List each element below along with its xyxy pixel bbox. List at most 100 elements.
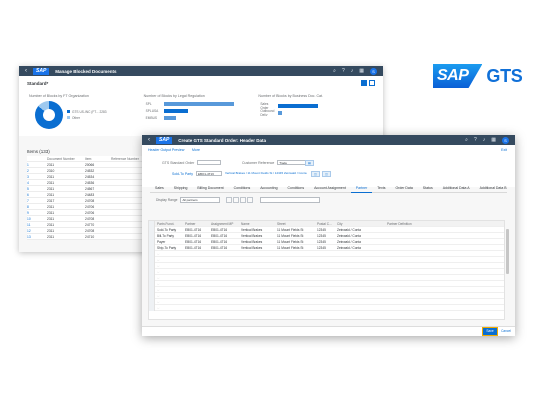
search-icon[interactable]: ⌕: [465, 137, 468, 143]
tile-ft-org[interactable]: Number of Blocks by FT Organization GTS …: [29, 94, 144, 136]
bar[interactable]: [163, 116, 176, 120]
bell-icon[interactable]: ♪: [483, 137, 486, 143]
grid-cell[interactable]: EB01-4T16: [211, 234, 241, 238]
chart-view-toggle[interactable]: [361, 80, 367, 86]
grid-cell[interactable]: Vertical Brakes: [241, 246, 277, 250]
app-title[interactable]: Create GTS Standard Order: Header Data: [178, 138, 266, 143]
grid-cell[interactable]: 11 Mount Fields St: [277, 234, 317, 238]
bar[interactable]: [278, 104, 319, 108]
grid-cell[interactable]: Sold-To Party: [155, 228, 185, 232]
help-icon[interactable]: ?: [474, 137, 477, 143]
function-dropdown-icon[interactable]: ⌵: [155, 306, 185, 310]
sold-to-address-link[interactable]: Vertical Brakes / 11 Mount Fields St / 1…: [225, 171, 307, 175]
sap-brand[interactable]: SAP: [33, 67, 50, 75]
partner-filter-select[interactable]: [260, 197, 321, 203]
grid-cell[interactable]: EB01-4T16: [211, 240, 241, 244]
grid-cell[interactable]: Zeinwald / Conta: [337, 240, 387, 244]
app-title[interactable]: Manage Blocked Documents: [55, 69, 116, 74]
variant-title[interactable]: Standard*: [27, 81, 48, 86]
function-dropdown-icon[interactable]: ⌵: [155, 282, 185, 286]
display-range-select[interactable]: All partners: [180, 197, 221, 203]
function-dropdown-icon[interactable]: ⌵: [155, 270, 185, 274]
search-icon[interactable]: ⌕: [333, 68, 336, 74]
bar[interactable]: [163, 102, 234, 106]
tab-account-assignment[interactable]: Account Assignment: [309, 184, 351, 193]
order-type-input[interactable]: [197, 160, 222, 165]
cancel-button[interactable]: Cancel: [501, 328, 511, 335]
grid-cell[interactable]: Vertical Brakes: [241, 228, 277, 232]
grid-cell[interactable]: Zeinwald / Conta: [337, 234, 387, 238]
column-header[interactable]: Partner Definition: [387, 222, 427, 226]
add-row-icon[interactable]: [226, 197, 233, 203]
column-header[interactable]: Street: [277, 222, 317, 226]
save-button[interactable]: Save: [482, 327, 498, 336]
bell-icon[interactable]: ♪: [351, 68, 354, 74]
grid-cell[interactable]: Payer: [155, 240, 185, 244]
avatar[interactable]: S: [502, 136, 509, 144]
tile-business-doc[interactable]: Number of Blocks by Business Doc. Cat. S…: [258, 94, 373, 136]
column-header[interactable]: City: [337, 222, 387, 226]
details-icon[interactable]: [240, 197, 247, 203]
grid-cell[interactable]: 12345: [317, 246, 337, 250]
bar[interactable]: [278, 111, 283, 115]
grid-cell[interactable]: 12345: [317, 228, 337, 232]
donut-chart[interactable]: [35, 101, 63, 129]
grid-cell[interactable]: EB01-4T16: [185, 240, 211, 244]
more-menu[interactable]: More: [192, 148, 200, 152]
grid-cell[interactable]: Vertical Brakes: [241, 240, 277, 244]
date-picker[interactable]: ▤: [305, 160, 314, 166]
table-view-toggle[interactable]: [369, 80, 375, 86]
partner-button[interactable]: ◫: [322, 171, 331, 177]
function-dropdown-icon[interactable]: ⌵: [155, 252, 185, 256]
avatar[interactable]: S: [370, 67, 377, 75]
tab-billing-document[interactable]: Billing Document: [192, 184, 228, 193]
grid-cell[interactable]: Bill-To Party: [155, 234, 185, 238]
tab-shipping[interactable]: Shipping: [169, 184, 193, 193]
column-header[interactable]: Name: [241, 222, 277, 226]
grid-cell[interactable]: Vertical Brakes: [241, 234, 277, 238]
sold-to-input[interactable]: EBO1-4T16: [196, 171, 223, 176]
column-header[interactable]: Assignment MP: [211, 222, 241, 226]
address-button[interactable]: ◫: [311, 171, 320, 177]
function-dropdown-icon[interactable]: ⌵: [155, 300, 185, 304]
column-header[interactable]: Partner: [185, 222, 211, 226]
function-dropdown-icon[interactable]: ⌵: [155, 276, 185, 280]
back-icon[interactable]: ‹: [148, 137, 150, 143]
tab-conditions[interactable]: Conditions: [229, 184, 256, 193]
tab-additional-data-b[interactable]: Additional Data B: [475, 184, 512, 193]
grid-cell[interactable]: EB01-4T16: [211, 246, 241, 250]
delete-row-icon[interactable]: [233, 197, 240, 203]
function-dropdown-icon[interactable]: ⌵: [155, 264, 185, 268]
grid-cell[interactable]: EB01-4T16: [185, 228, 211, 232]
tab-accounting[interactable]: Accounting: [255, 184, 282, 193]
header-output-preview-link[interactable]: Header Output Preview: [148, 148, 184, 152]
help-icon[interactable]: ?: [342, 68, 345, 74]
grid-cell[interactable]: 11 Mount Fields St: [277, 228, 317, 232]
sort-icon[interactable]: [247, 197, 254, 203]
exit-button[interactable]: Exit: [501, 148, 507, 152]
tab-order-data[interactable]: Order Data: [390, 184, 417, 193]
vertical-scrollbar[interactable]: [506, 229, 509, 274]
tile-legal-regulation[interactable]: Number of Blocks by Legal Regulation SPL…: [144, 94, 259, 136]
tab-status[interactable]: Status: [418, 184, 438, 193]
grid-cell[interactable]: 12345: [317, 234, 337, 238]
empty-row[interactable]: ⌵: [149, 304, 504, 311]
grid-cell[interactable]: Ship-To Party: [155, 246, 185, 250]
tab-additional-data-a[interactable]: Additional Data A: [438, 184, 475, 193]
grid-cell[interactable]: EB01-4T16: [185, 246, 211, 250]
column-header[interactable]: Postal C...: [317, 222, 337, 226]
sap-brand[interactable]: SAP: [156, 136, 173, 144]
function-dropdown-icon[interactable]: ⌵: [155, 258, 185, 262]
grid-cell[interactable]: 11 Mount Fields St: [277, 240, 317, 244]
grid-cell[interactable]: EB01-4T16: [211, 228, 241, 232]
tab-texts[interactable]: Texts: [372, 184, 390, 193]
function-dropdown-icon[interactable]: ⌵: [155, 288, 185, 292]
column-header[interactable]: Partn.Funct.: [155, 222, 185, 226]
bar[interactable]: [163, 109, 188, 113]
grid-cell[interactable]: 12345: [317, 240, 337, 244]
tab-conditions[interactable]: Conditions: [283, 184, 310, 193]
back-icon[interactable]: ‹: [25, 68, 27, 74]
grid-cell[interactable]: Zeinwald / Conta: [337, 228, 387, 232]
grid-cell[interactable]: 11 Mount Fields St: [277, 246, 317, 250]
grid-cell[interactable]: EB01-4T16: [185, 234, 211, 238]
